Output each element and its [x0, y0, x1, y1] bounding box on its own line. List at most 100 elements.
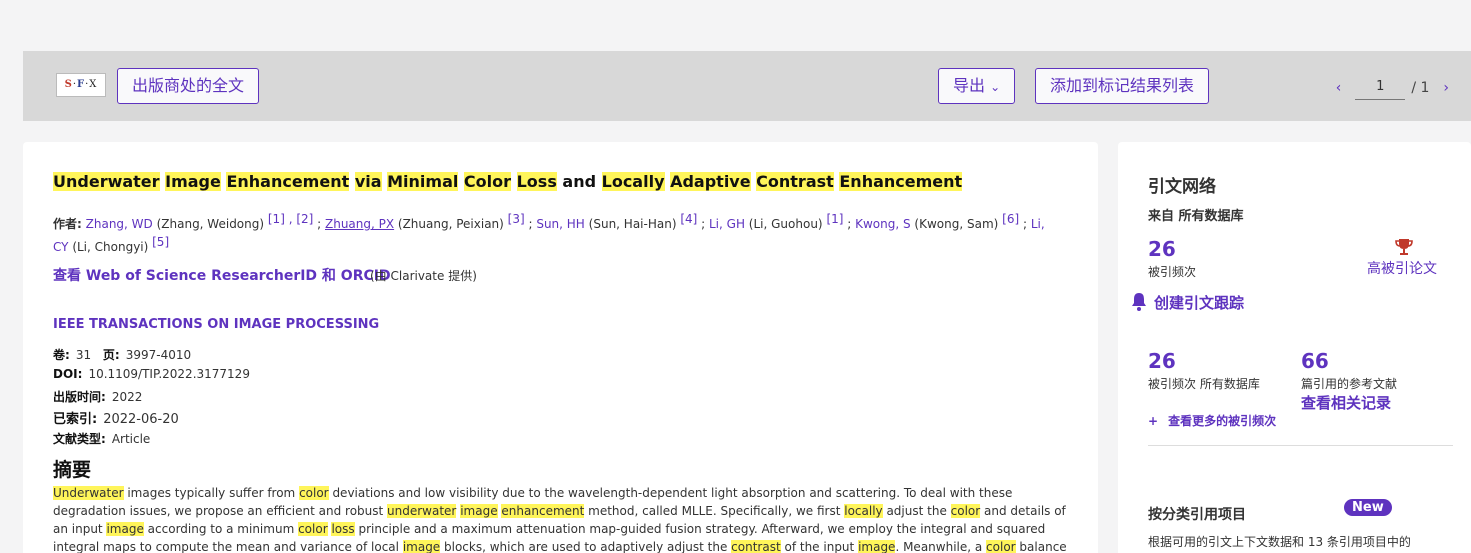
text-run: of the input: [780, 540, 859, 553]
all-db-cited-label: 被引频次 所有数据库: [1148, 377, 1260, 391]
doctype-row: 文献类型: Article: [53, 430, 150, 447]
doi-row: DOI: 10.1109/TIP.2022.3177129: [53, 367, 250, 381]
fulltext-button[interactable]: 出版商处的全文: [117, 68, 260, 104]
highlighted-term: Color: [463, 172, 512, 191]
text-run: [349, 172, 355, 191]
doi-value: 10.1109/TIP.2022.3177129: [88, 367, 250, 381]
highlighted-term: via: [354, 172, 382, 191]
bell-icon: [1130, 292, 1148, 316]
pubdate-row: 出版时间: 2022: [53, 388, 142, 405]
indexed-value: 2022-06-20: [103, 412, 179, 427]
author-separator: ;: [843, 217, 856, 231]
author-link[interactable]: Zhuang, PX: [325, 217, 394, 231]
highlighted-term: Minimal: [387, 172, 459, 191]
author-fullname: (Zhuang, Peixian): [394, 217, 508, 231]
more-citations-label: 查看更多的被引频次: [1168, 414, 1277, 428]
create-citation-alert-link[interactable]: 创建引文跟踪: [1154, 292, 1244, 313]
highlighted-term: contrast: [731, 540, 781, 553]
affiliation-ref[interactable]: [1]: [826, 212, 843, 226]
highlighted-term: image: [402, 540, 441, 553]
authors-label: 作者:: [53, 217, 82, 231]
text-run: images typically suffer from: [123, 486, 300, 500]
pagination: ‹ 1 / 1 ›: [1336, 75, 1449, 101]
cited-label: 被引频次: [1148, 265, 1197, 279]
author-link[interactable]: Kwong, S: [855, 217, 911, 231]
sfx-s: S: [64, 79, 73, 90]
text-run: . Meanwhile, a: [895, 540, 987, 553]
author-fullname: (Zhang, Weidong): [152, 217, 268, 231]
doi-label: DOI:: [53, 367, 83, 381]
more-citations-link[interactable]: + 查看更多的被引频次: [1148, 412, 1276, 429]
new-badge: New: [1344, 499, 1392, 516]
references-count[interactable]: 66: [1301, 349, 1329, 373]
record-panel: Underwater Image Enhancement via Minimal…: [23, 142, 1098, 553]
highlighted-term: image: [106, 522, 144, 536]
export-label: 导出: [953, 76, 986, 95]
highly-cited-link[interactable]: 高被引论文: [1367, 258, 1437, 278]
chevron-down-icon: ⌄: [990, 80, 1001, 94]
sfx-f: F: [77, 79, 86, 90]
classify-citations-title: 按分类引用项目: [1148, 507, 1246, 523]
pubdate-value: 2022: [111, 390, 143, 404]
text-run: blocks, which are used to adaptively adj…: [440, 540, 732, 553]
volume-value: 31: [75, 348, 92, 362]
citation-network-panel: 引文网络 来自 所有数据库 26 被引频次 高被引论文 创建引文跟踪 26 被引…: [1118, 142, 1471, 553]
affiliation-ref[interactable]: [3]: [508, 212, 525, 226]
author-link[interactable]: Sun, HH: [536, 217, 585, 231]
author-separator: ;: [1019, 217, 1031, 231]
text-run: method, called MLLE. Specifically, we fi…: [584, 504, 845, 518]
text-run: according to a minimum: [143, 522, 299, 536]
author-fullname: (Li, Chongyi): [68, 240, 153, 254]
journal-link[interactable]: IEEE TRANSACTIONS ON IMAGE PROCESSING: [53, 317, 379, 332]
highlighted-term: color: [299, 486, 329, 500]
classify-citations-desc: 根据可用的引文上下文数据和 13 条引用项目中的: [1148, 535, 1411, 549]
pages-label: 页:: [102, 348, 120, 362]
record-toolbar: S·F·X 出版商处的全文 导出 ⌄ 添加到标记结果列表 ‹ 1 / 1 ›: [23, 51, 1471, 121]
affiliation-ref[interactable]: [4]: [680, 212, 697, 226]
export-button[interactable]: 导出 ⌄: [938, 68, 1016, 104]
abstract-text: Underwater images typically suffer from …: [53, 484, 1073, 553]
references-label: 篇引用的参考文献: [1301, 377, 1398, 391]
highlighted-term: Locally: [601, 172, 665, 191]
page-total: / 1: [1411, 80, 1430, 96]
researcher-note: (由 Clarivate 提供): [370, 269, 477, 283]
author-fullname: (Li, Guohou): [744, 217, 827, 231]
author-separator: ;: [313, 217, 325, 231]
sfx-link-logo[interactable]: S·F·X: [56, 73, 106, 97]
pages-value: 3997-4010: [125, 348, 192, 362]
record-title: Underwater Image Enhancement via Minimal…: [53, 172, 963, 191]
all-db-cited-count[interactable]: 26: [1148, 349, 1176, 373]
highlighted-term: image: [858, 540, 896, 553]
author-separator: ;: [524, 217, 537, 231]
chevron-left-icon[interactable]: ‹: [1336, 80, 1342, 96]
doctype-value: Article: [111, 432, 151, 446]
highlighted-term: Underwater: [53, 172, 160, 191]
cited-count[interactable]: 26: [1148, 237, 1176, 261]
affiliation-ref[interactable]: [6]: [1002, 212, 1019, 226]
highlighted-term: underwater: [387, 504, 457, 518]
related-records-link[interactable]: 查看相关记录: [1301, 392, 1391, 413]
doctype-label: 文献类型:: [53, 432, 106, 446]
abstract-heading: 摘要: [53, 459, 92, 481]
chevron-right-icon[interactable]: ›: [1443, 80, 1449, 96]
page-number-input[interactable]: 1: [1355, 76, 1406, 100]
author-separator: ;: [697, 217, 709, 231]
indexed-row: 已索引: 2022-06-20: [53, 408, 179, 427]
plus-icon: +: [1148, 414, 1159, 428]
text-run: adjust the: [882, 504, 951, 518]
citation-network-title: 引文网络: [1148, 177, 1216, 197]
author-link[interactable]: Li, GH: [709, 217, 745, 231]
affiliation-ref[interactable]: [1] , [2]: [268, 212, 313, 226]
highlighted-term: Image: [165, 172, 221, 191]
add-to-marked-list-button[interactable]: 添加到标记结果列表: [1035, 68, 1210, 104]
author-link[interactable]: Zhang, WD: [86, 217, 153, 231]
highlighted-term: Underwater: [53, 486, 124, 500]
highlighted-term: image: [460, 504, 498, 518]
highlighted-term: Enhancement: [226, 172, 350, 191]
affiliation-ref[interactable]: [5]: [152, 235, 169, 249]
citation-source: 来自 所有数据库: [1148, 209, 1244, 224]
highlighted-term: locally: [844, 504, 883, 518]
author-fullname: (Sun, Hai-Han): [584, 217, 681, 231]
text-run: and: [556, 172, 602, 191]
researcher-id-link[interactable]: 查看 Web of Science ResearcherID 和 ORCID: [53, 265, 391, 285]
